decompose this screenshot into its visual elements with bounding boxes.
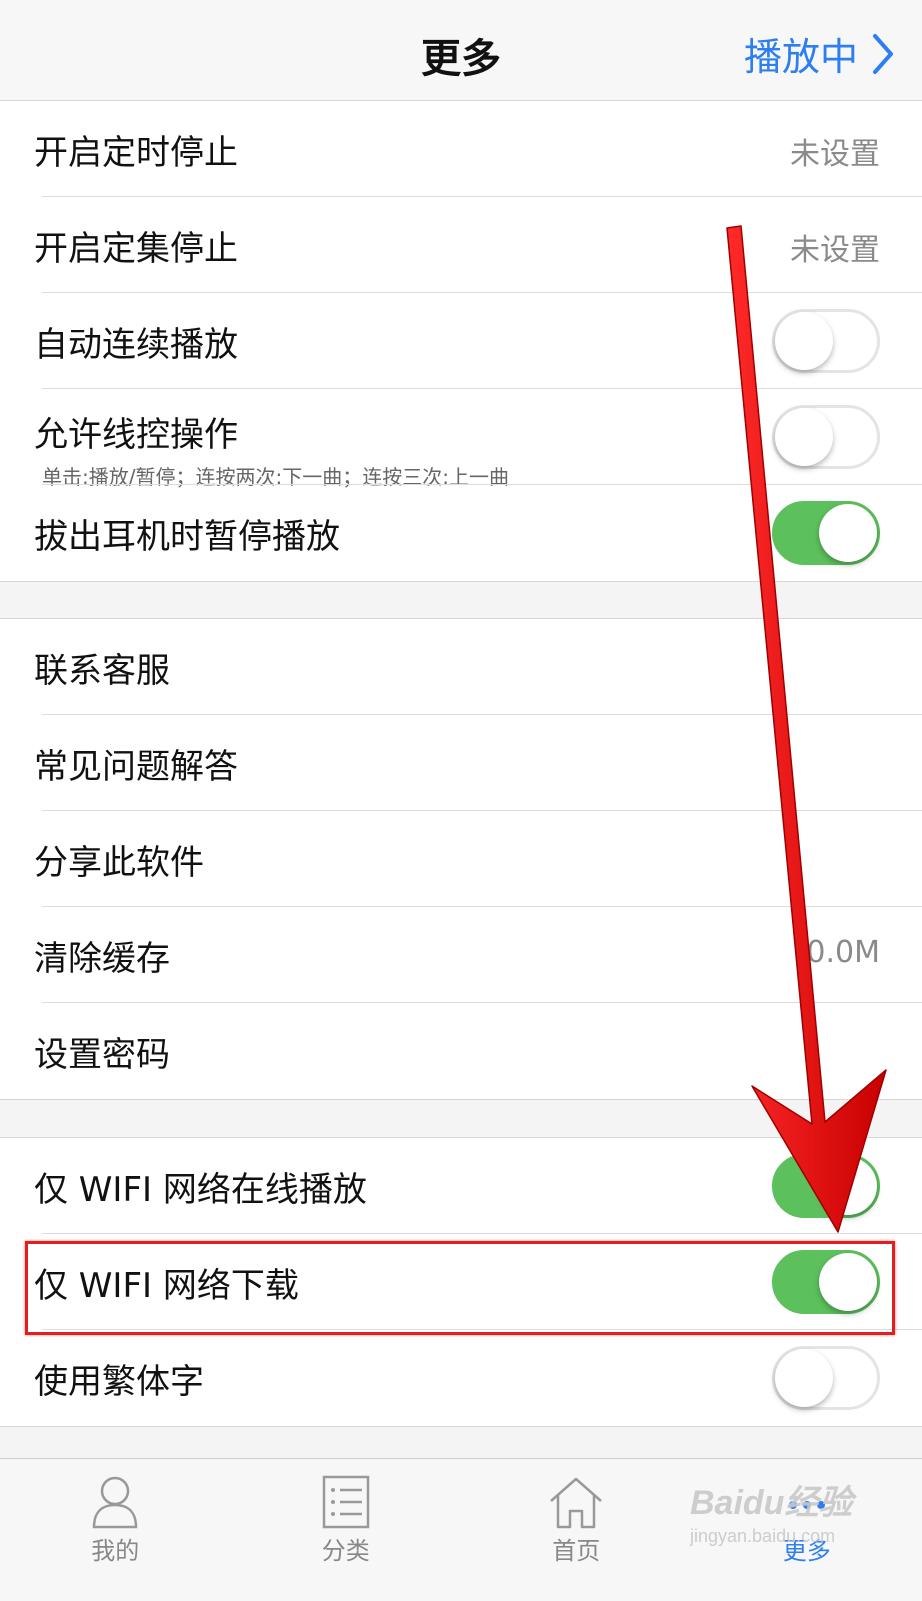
autoplay-row: 自动连续播放 [0, 293, 922, 389]
cache-size-value: 0.0M [806, 935, 880, 970]
toggle-knob [775, 408, 833, 466]
row-label: 清除缓存 [34, 931, 170, 980]
chevron-right-icon [872, 33, 894, 75]
clear-cache-row[interactable]: 清除缓存 0.0M [0, 907, 922, 1003]
list-icon [322, 1475, 370, 1529]
app-settings-group: 联系客服 常见问题解答 分享此软件 清除缓存 0.0M 设置密码 [0, 618, 922, 1100]
tab-label: 首页 [461, 1531, 692, 1566]
watermark-sub: jingyan.baidu.com [690, 1526, 880, 1547]
row-label: 开启定集停止 [34, 221, 238, 270]
toggle-knob [775, 312, 833, 370]
row-label: 设置密码 [34, 1027, 170, 1076]
remote-control-row: 允许线控操作 单击:播放/暂停；连按两次:下一曲；连按三次:上一曲 [0, 389, 922, 485]
tab-mine[interactable]: 我的 [0, 1459, 231, 1601]
home-icon [548, 1475, 604, 1529]
toggle-knob [775, 1349, 833, 1407]
nav-bar: 更多 播放中 [0, 0, 922, 101]
row-label: 常见问题解答 [34, 739, 238, 788]
row-label: 仅 WIFI 网络在线播放 [34, 1162, 367, 1211]
watermark: Baidu经验 jingyan.baidu.com [690, 1475, 880, 1565]
row-value: 未设置 [790, 225, 880, 269]
episode-stop-row[interactable]: 开启定集停止 未设置 [0, 197, 922, 293]
row-label: 联系客服 [34, 643, 170, 692]
wifi-only-streaming-toggle[interactable] [772, 1154, 880, 1218]
person-icon [91, 1475, 139, 1529]
now-playing-label: 播放中 [744, 26, 858, 81]
tab-label: 分类 [231, 1531, 462, 1566]
toggle-knob [819, 1157, 877, 1215]
contact-support-row[interactable]: 联系客服 [0, 619, 922, 715]
traditional-chinese-row: 使用繁体字 [0, 1330, 922, 1426]
toggle-knob [819, 504, 877, 562]
row-value: 未设置 [790, 129, 880, 173]
highlight-box [25, 1241, 895, 1335]
traditional-chinese-toggle[interactable] [772, 1346, 880, 1410]
timer-stop-row[interactable]: 开启定时停止 未设置 [0, 101, 922, 197]
wifi-only-streaming-row: 仅 WIFI 网络在线播放 [0, 1138, 922, 1234]
row-label: 自动连续播放 [34, 317, 238, 366]
tab-home[interactable]: 首页 [461, 1459, 692, 1601]
headphone-pause-row: 拔出耳机时暂停播放 [0, 485, 922, 581]
set-password-row[interactable]: 设置密码 [0, 1003, 922, 1099]
row-label: 使用繁体字 [34, 1354, 204, 1403]
row-label: 允许线控操作 [34, 407, 238, 456]
remote-control-toggle[interactable] [772, 405, 880, 469]
row-label: 拔出耳机时暂停播放 [34, 509, 340, 558]
now-playing-button[interactable]: 播放中 [744, 26, 894, 81]
autoplay-toggle[interactable] [772, 309, 880, 373]
faq-row[interactable]: 常见问题解答 [0, 715, 922, 811]
row-label: 开启定时停止 [34, 125, 238, 174]
share-app-row[interactable]: 分享此软件 [0, 811, 922, 907]
tab-label: 我的 [0, 1531, 231, 1566]
headphone-pause-toggle[interactable] [772, 501, 880, 565]
row-label: 分享此软件 [34, 835, 204, 884]
tab-category[interactable]: 分类 [231, 1459, 462, 1601]
playback-settings-group: 开启定时停止 未设置 开启定集停止 未设置 自动连续播放 允许线控操作 单击:播… [0, 100, 922, 582]
watermark-main: Baidu经验 [690, 1475, 880, 1524]
